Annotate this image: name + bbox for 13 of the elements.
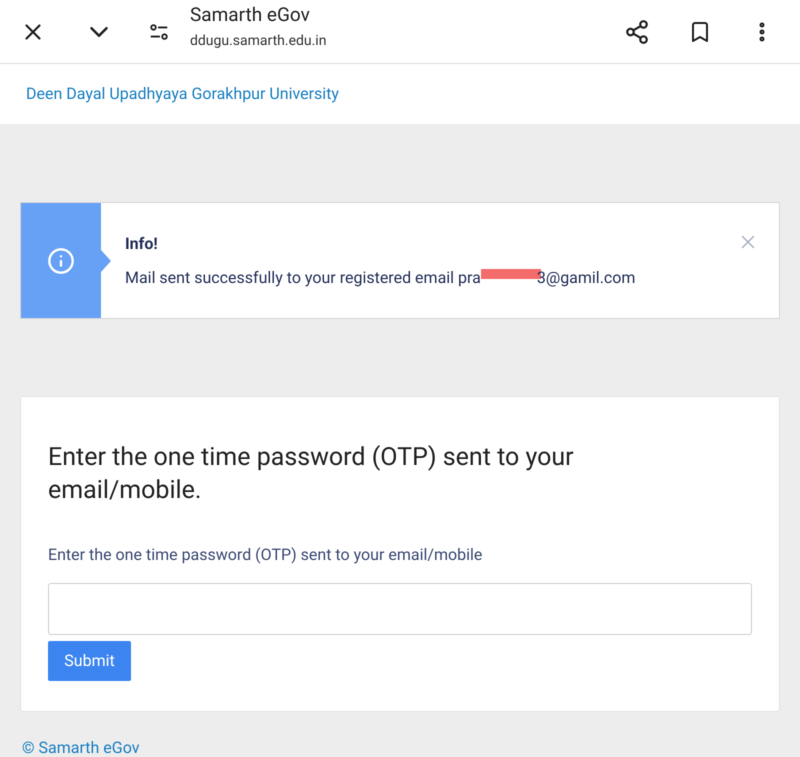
university-link[interactable]: Deen Dayal Upadhyaya Gorakhpur University (26, 82, 339, 106)
otp-heading: Enter the one time password (OTP) sent to your email/mobile. (48, 442, 575, 507)
page-url: ddugu.samarth.edu.in (190, 32, 326, 50)
info-icon (47, 246, 75, 274)
otp-input-field[interactable] (48, 583, 752, 635)
alert-email: 3@gamil.com (536, 267, 636, 289)
footer-text: © Samarth eGov (22, 739, 140, 757)
alert-message: Mail sent successfully to your registered email pra (125, 267, 481, 289)
share-icon[interactable] (624, 18, 650, 44)
page-title: Samarth eGov (190, 2, 311, 26)
submit-button[interactable]: Submit (48, 641, 131, 681)
otp-field-label: Enter the one time password (OTP) sent to your email/mobile (48, 544, 484, 566)
alert-title: Info! (125, 233, 159, 255)
